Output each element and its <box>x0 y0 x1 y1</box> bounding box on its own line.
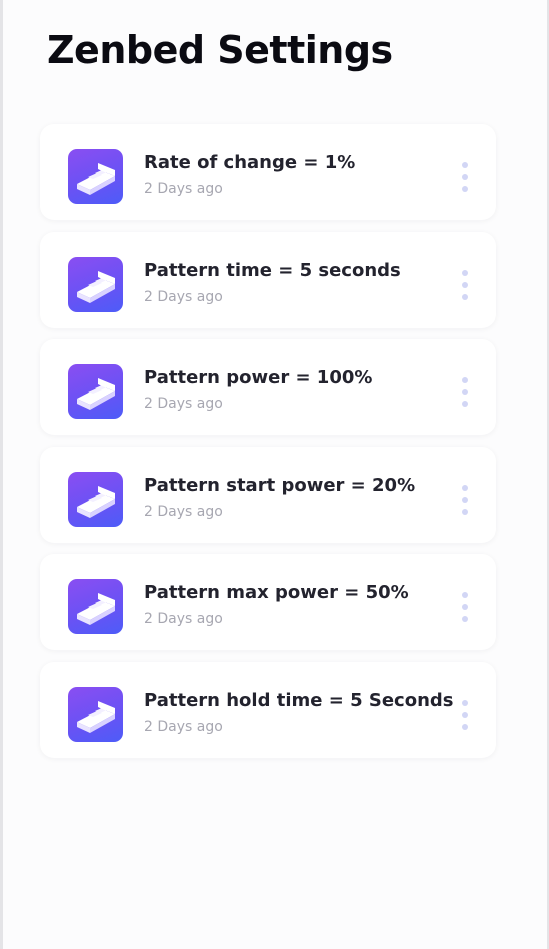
setting-title: Pattern time = 5 seconds <box>144 259 401 281</box>
bed-icon <box>68 149 123 204</box>
page-title: Zenbed Settings <box>47 28 393 72</box>
more-options-icon[interactable] <box>458 377 472 407</box>
bed-icon <box>68 471 123 527</box>
setting-card[interactable]: Pattern max power = 50% 2 Days ago <box>40 554 496 650</box>
more-options-icon[interactable] <box>458 162 472 192</box>
more-options-icon[interactable] <box>458 699 472 730</box>
setting-card[interactable]: Pattern power = 100% 2 Days ago <box>40 339 496 435</box>
more-options-icon[interactable] <box>458 484 472 515</box>
setting-timestamp: 2 Days ago <box>144 181 223 197</box>
more-options-icon[interactable] <box>458 592 472 622</box>
setting-title: Pattern power = 100% <box>144 367 373 388</box>
setting-card[interactable]: Pattern hold time = 5 Seconds 2 Days ago <box>40 661 496 758</box>
more-options-icon[interactable] <box>458 269 472 300</box>
setting-title: Pattern max power = 50% <box>144 582 409 603</box>
settings-screen: Zenbed Settings Rate of change = 1% 2 Da… <box>0 0 549 949</box>
setting-timestamp: 2 Days ago <box>144 396 223 412</box>
bed-icon <box>68 686 123 742</box>
bed-icon <box>68 579 123 634</box>
setting-timestamp: 2 Days ago <box>144 288 223 305</box>
setting-card[interactable]: Pattern start power = 20% 2 Days ago <box>40 446 496 543</box>
bed-icon <box>68 256 123 312</box>
setting-title: Pattern start power = 20% <box>144 474 416 496</box>
setting-card[interactable]: Rate of change = 1% 2 Days ago <box>40 124 496 220</box>
setting-title: Pattern hold time = 5 Seconds <box>144 689 454 711</box>
setting-card[interactable]: Pattern time = 5 seconds 2 Days ago <box>40 231 496 328</box>
bed-icon <box>68 364 123 419</box>
setting-title: Rate of change = 1% <box>144 152 356 173</box>
screen-edge-left <box>0 0 3 949</box>
setting-timestamp: 2 Days ago <box>144 503 223 520</box>
setting-timestamp: 2 Days ago <box>144 611 223 627</box>
setting-timestamp: 2 Days ago <box>144 718 223 735</box>
settings-list: Rate of change = 1% 2 Days ago Pattern t… <box>40 124 496 769</box>
